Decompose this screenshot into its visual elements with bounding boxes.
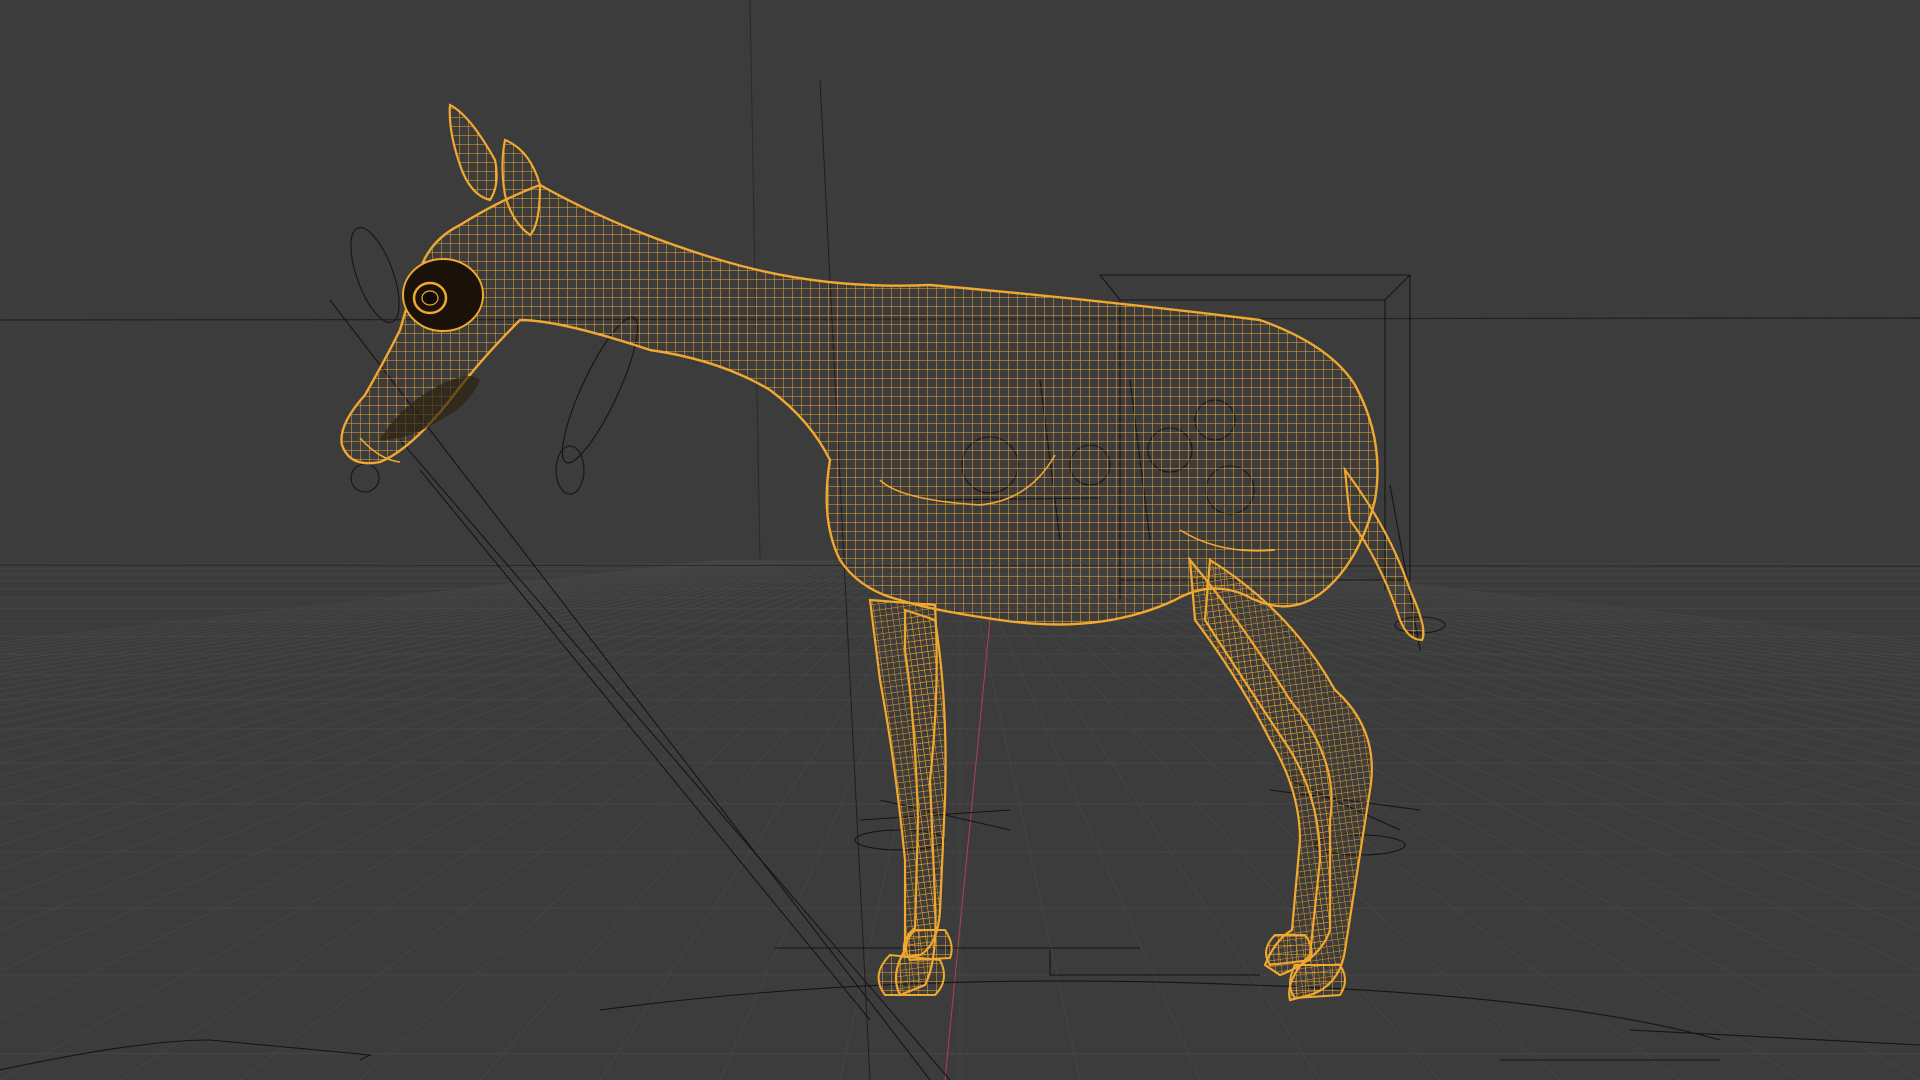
grid-line: [965, 559, 1081, 1080]
wireframe-giraffe-model[interactable]: [340, 103, 1425, 1002]
grid-line: [0, 559, 829, 733]
grid-line: [1025, 559, 1920, 932]
grid-line: [0, 559, 757, 662]
grid-line: [0, 559, 895, 932]
front-hoof-near: [877, 953, 945, 996]
front-hoof-far: [905, 929, 953, 962]
floor-grid: [0, 559, 1920, 1080]
grid-line: [0, 559, 739, 652]
hind-hoof-far: [1265, 934, 1313, 967]
grid-line: [239, 559, 925, 1080]
ear-back: [448, 103, 498, 202]
grid-line: [0, 559, 745, 655]
grid-line: [0, 559, 733, 649]
hind-hoof-near: [1289, 964, 1346, 1000]
grid-line: [0, 559, 799, 696]
grid-line: [0, 559, 817, 716]
grid-line: [359, 559, 931, 1080]
grid-line: [0, 559, 889, 899]
grid-line: [0, 559, 823, 724]
grid-line: [1007, 559, 1920, 1080]
grid-line: [1031, 559, 1920, 899]
grid-line: [971, 559, 1201, 1080]
3d-viewport[interactable]: [0, 0, 1920, 1080]
grid-line: [0, 559, 793, 690]
grid-line: [0, 559, 775, 675]
grid-line: [0, 559, 913, 1080]
giraffe-body: [340, 183, 1379, 626]
viewport-canvas[interactable]: [0, 0, 1920, 1080]
eye-pupil: [421, 290, 439, 306]
